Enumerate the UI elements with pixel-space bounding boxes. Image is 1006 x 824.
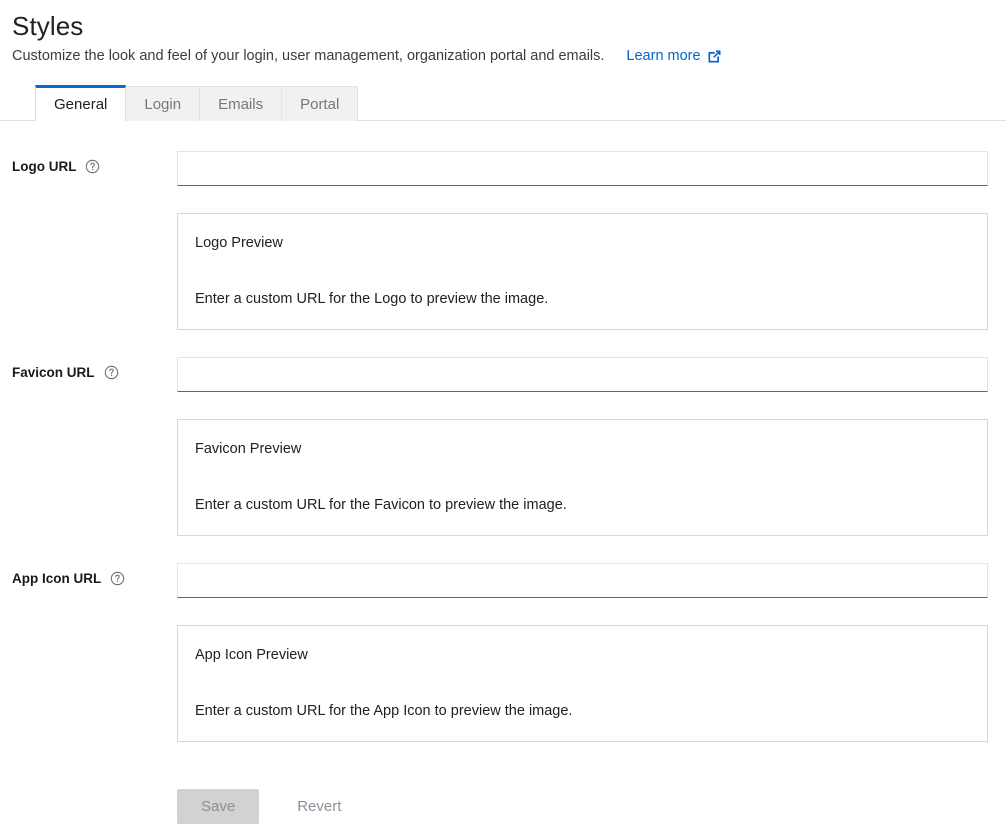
tab-general[interactable]: General [35,85,126,121]
logo-preview-hint: Enter a custom URL for the Logo to previ… [195,289,970,309]
logo-url-control-col: Logo Preview Enter a custom URL for the … [177,151,1006,330]
app-icon-url-input[interactable] [177,563,988,598]
app-icon-url-label-col: App Icon URL [12,563,177,586]
spacer-after-favicon [0,536,1006,563]
field-group-app-icon-url: App Icon URL App Icon Preview Enter a cu… [0,563,1006,742]
app-icon-preview-box: App Icon Preview Enter a custom URL for … [177,625,988,742]
tab-bar-container: General Login Emails Portal [0,86,1006,121]
page-header: Styles Customize the look and feel of yo… [0,0,1006,66]
favicon-url-row: Favicon URL Favicon Preview Enter a cust… [0,357,1006,536]
app-icon-url-row: App Icon URL App Icon Preview Enter a cu… [0,563,1006,742]
page-subtitle-row: Customize the look and feel of your logi… [12,46,1006,66]
save-button[interactable]: Save [177,789,259,824]
favicon-preview-hint: Enter a custom URL for the Favicon to pr… [195,495,970,515]
help-circle-icon-logo[interactable] [85,159,100,174]
logo-url-label: Logo URL [12,159,76,174]
help-circle-icon-app-icon[interactable] [110,571,125,586]
tab-emails-label: Emails [218,96,263,113]
field-group-favicon-url: Favicon URL Favicon Preview Enter a cust… [0,357,1006,536]
tab-portal-label: Portal [300,96,339,113]
logo-url-input[interactable] [177,151,988,186]
app-icon-preview-hint: Enter a custom URL for the App Icon to p… [195,701,970,721]
app-icon-url-control-col: App Icon Preview Enter a custom URL for … [177,563,1006,742]
tab-bar: General Login Emails Portal [0,86,1006,121]
favicon-url-label-col: Favicon URL [12,357,177,380]
favicon-url-label: Favicon URL [12,365,95,380]
help-circle-icon-favicon[interactable] [104,365,119,380]
page-title: Styles [12,10,1006,42]
styles-general-form: Logo URL Logo Preview Enter a custom URL… [0,121,1006,824]
tab-general-label: General [54,96,107,113]
spacer-after-logo [0,330,1006,357]
tab-login[interactable]: Login [125,86,200,121]
favicon-preview-box: Favicon Preview Enter a custom URL for t… [177,419,988,536]
logo-preview-title: Logo Preview [195,233,970,253]
app-icon-url-label: App Icon URL [12,571,101,586]
favicon-preview-title: Favicon Preview [195,439,970,459]
logo-url-row: Logo URL Logo Preview Enter a custom URL… [0,151,1006,330]
field-group-logo-url: Logo URL Logo Preview Enter a custom URL… [0,151,1006,330]
page-subtitle: Customize the look and feel of your logi… [12,46,604,66]
external-link-icon [707,49,722,64]
app-icon-preview-title: App Icon Preview [195,645,970,665]
favicon-url-control-col: Favicon Preview Enter a custom URL for t… [177,357,1006,536]
logo-preview-box: Logo Preview Enter a custom URL for the … [177,213,988,330]
learn-more-link[interactable]: Learn more [626,46,721,66]
learn-more-label: Learn more [626,46,700,66]
tab-portal[interactable]: Portal [281,86,358,121]
revert-button[interactable]: Revert [277,789,361,824]
logo-url-label-col: Logo URL [12,151,177,174]
tab-login-label: Login [144,96,181,113]
form-action-row: Save Revert [0,789,1006,824]
tab-emails[interactable]: Emails [199,86,282,121]
favicon-url-input[interactable] [177,357,988,392]
